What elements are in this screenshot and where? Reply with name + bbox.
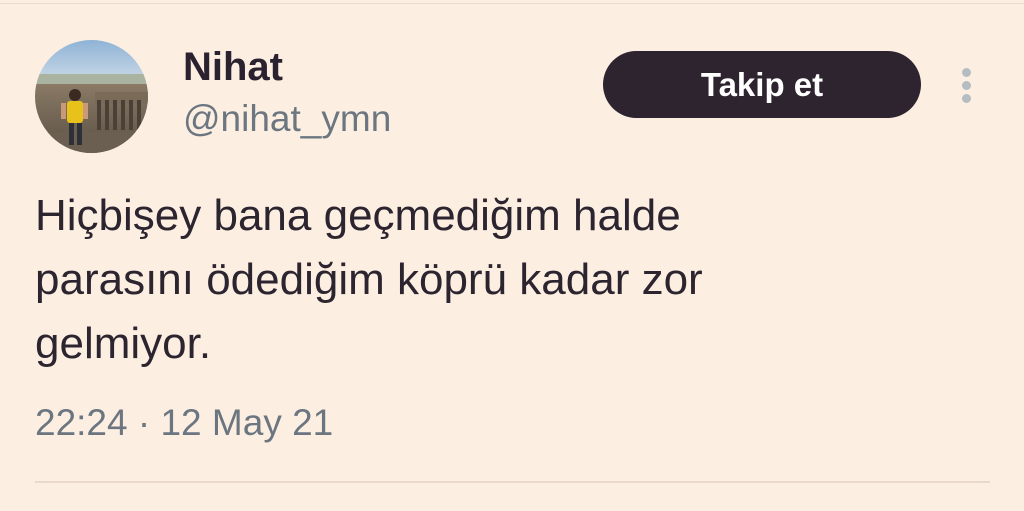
author-name[interactable]: Nihat xyxy=(183,43,283,91)
more-dot xyxy=(962,68,971,77)
tweet-time: 22:24 xyxy=(35,402,128,443)
tweet-text-line: gelmiyor. xyxy=(35,319,212,368)
avatar[interactable] xyxy=(35,40,148,153)
tweet-timestamp[interactable]: 22:24 · 12 May 21 xyxy=(35,400,333,446)
more-dot xyxy=(962,81,971,90)
tweet-date: 12 May 21 xyxy=(160,402,334,443)
tweet-text-line: Hiçbişey bana geçmediğim halde xyxy=(35,191,681,240)
tweet-card: Nihat @nihat_ymn Takip et Hiçbişey bana … xyxy=(0,0,1024,511)
tweet-text: Hiçbişey bana geçmediğim halde parasını … xyxy=(35,184,995,376)
meta-separator: · xyxy=(137,402,151,443)
more-dot xyxy=(962,94,971,103)
follow-button[interactable]: Takip et xyxy=(603,51,921,118)
tweet-text-line: parasını ödediğim köprü kadar zor xyxy=(35,255,703,304)
profile-photo-icon xyxy=(35,40,148,153)
author-handle[interactable]: @nihat_ymn xyxy=(183,97,391,141)
more-vertical-icon[interactable] xyxy=(955,66,979,106)
bottom-divider xyxy=(35,481,990,483)
